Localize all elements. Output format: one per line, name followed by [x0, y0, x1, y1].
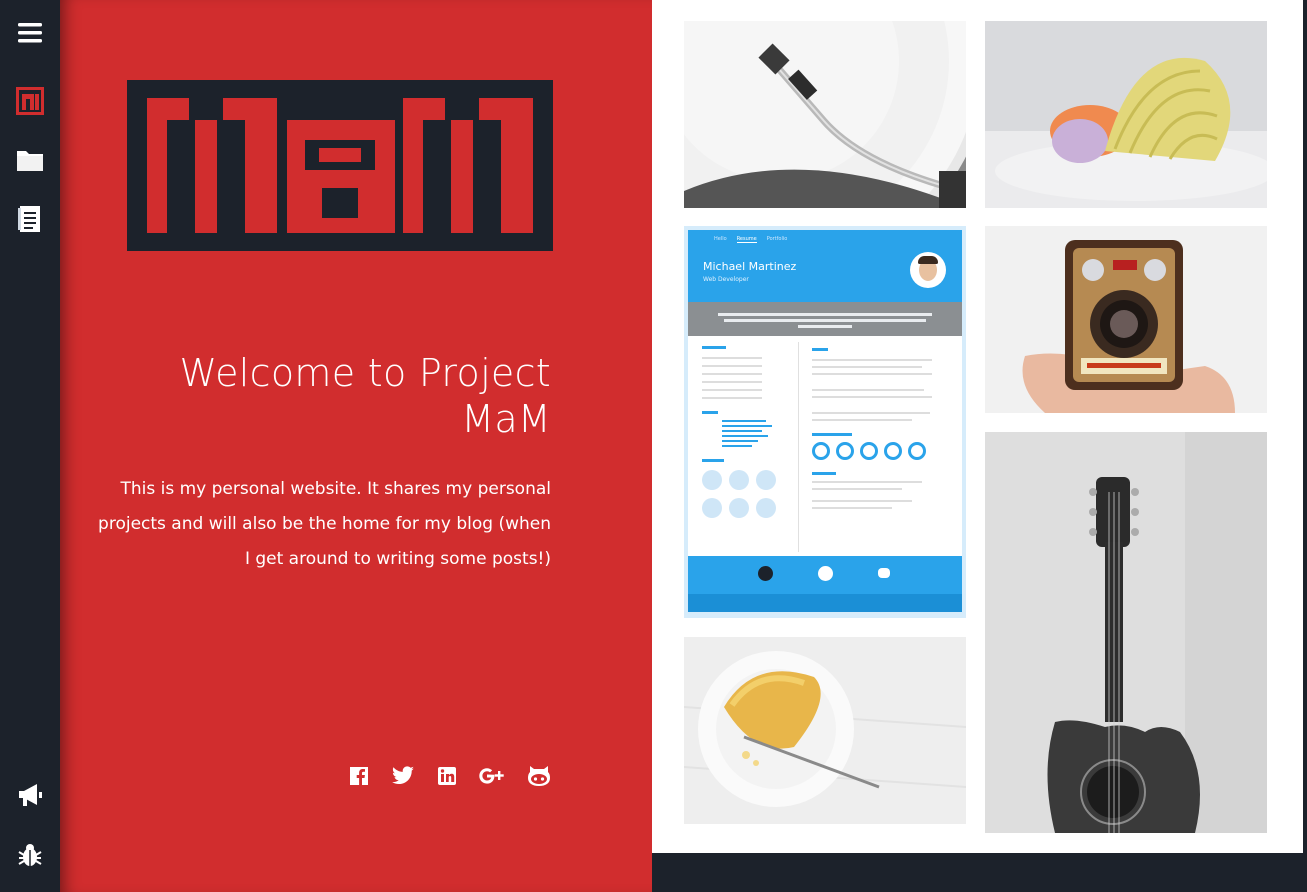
resume-role: Web Developer [703, 276, 749, 283]
resume-avatar [910, 252, 946, 288]
social-links [349, 765, 551, 787]
resume-footer [688, 556, 962, 612]
google-plus-icon[interactable] [479, 766, 505, 786]
github-icon[interactable] [527, 765, 551, 787]
resume-header: Hello Resume Portfolio Michael Martinez … [688, 230, 962, 302]
page-edge [1303, 0, 1307, 892]
seashell-photo[interactable] [985, 21, 1267, 208]
sidebar [0, 0, 60, 892]
hero-panel: Welcome to Project MaM This is my person… [60, 0, 652, 892]
portfolio-gallery: Hello Resume Portfolio Michael Martinez … [652, 0, 1307, 892]
turntable-photo[interactable] [684, 21, 966, 208]
mam-logo [127, 80, 553, 255]
resume-page: Hello Resume Portfolio Michael Martinez … [688, 230, 962, 612]
resume-tab-resume[interactable]: Resume [736, 236, 757, 243]
footer-bar [652, 853, 1303, 892]
folder-icon[interactable] [13, 143, 47, 177]
resume-right-column [812, 348, 952, 558]
acoustic-guitar-photo[interactable] [985, 432, 1267, 833]
resume-tab-portfolio[interactable]: Portfolio [767, 236, 788, 243]
bug-icon[interactable] [13, 838, 47, 872]
intro-text: This is my personal website. It shares m… [98, 479, 551, 569]
dessert-plate-photo[interactable] [684, 637, 966, 824]
resume-summary-band [688, 302, 962, 336]
menu-icon[interactable] [13, 16, 47, 50]
resume-tab-hello[interactable]: Hello [714, 236, 727, 243]
mam-logo-icon[interactable] [13, 84, 47, 118]
resume-project-thumbnail[interactable]: Hello Resume Portfolio Michael Martinez … [684, 226, 966, 618]
facebook-icon[interactable] [349, 766, 369, 786]
megaphone-icon[interactable] [13, 778, 47, 812]
page-title: Welcome to Project MaM [179, 351, 551, 441]
twitter-icon[interactable] [391, 766, 415, 786]
vintage-camera-photo[interactable] [985, 226, 1267, 413]
resume-name: Michael Martinez [703, 260, 797, 273]
resume-tabs: Hello Resume Portfolio [714, 236, 787, 243]
document-icon[interactable] [13, 202, 47, 236]
linkedin-icon[interactable] [437, 766, 457, 786]
resume-left-column [702, 346, 802, 556]
